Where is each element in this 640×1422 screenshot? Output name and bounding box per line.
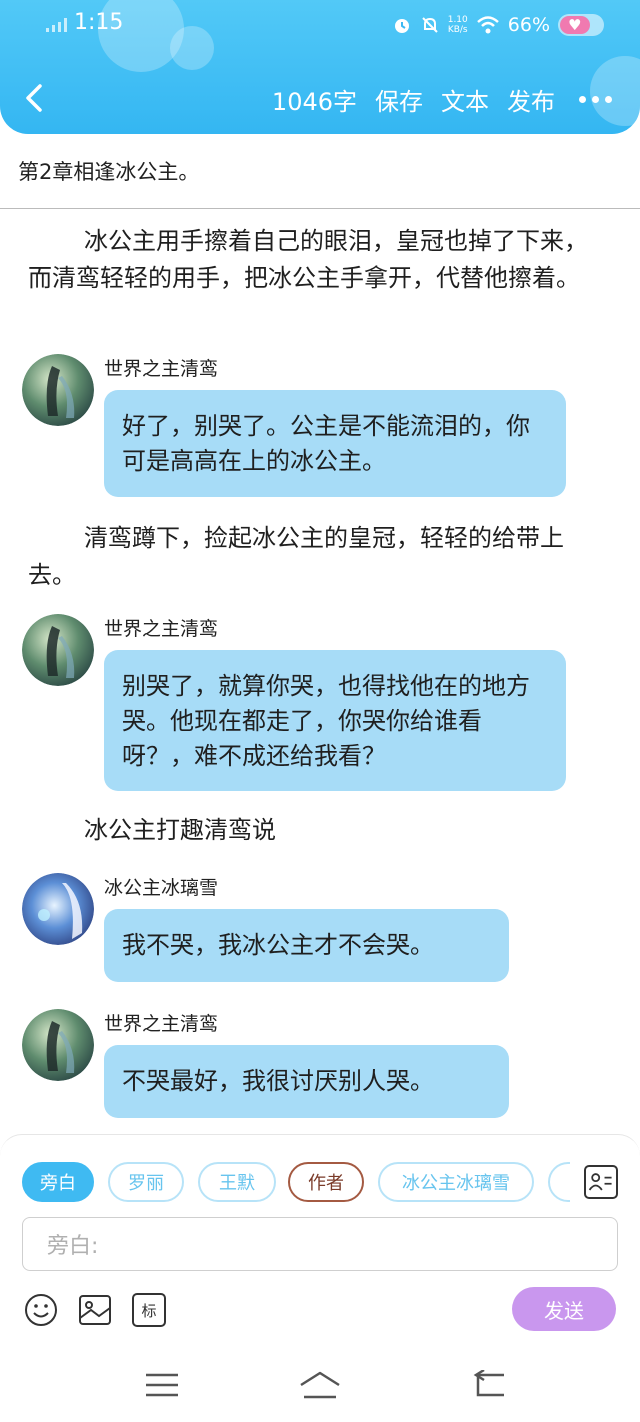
message-bubble[interactable]: 好了，别哭了。公主是不能流泪的，你可是高高在上的冰公主。 — [104, 390, 566, 497]
speaker-name: 世界之主清鸾 — [104, 358, 219, 380]
role-selector: 旁白 罗丽 王默 作者 冰公主冰璃雪 — [22, 1162, 570, 1202]
message-input[interactable]: 旁白: — [22, 1217, 618, 1271]
avatar — [22, 614, 94, 686]
status-icons: 1.10 KB/s 66% ♥ — [392, 12, 604, 38]
speaker-name: 冰公主冰璃雪 — [104, 877, 219, 899]
role-list-icon[interactable] — [584, 1165, 618, 1199]
role-chip-author[interactable]: 作者 — [288, 1162, 364, 1202]
narration-paragraph: 清鸾蹲下，捡起冰公主的皇冠，轻轻的给带上去。 — [28, 524, 564, 589]
title-divider — [0, 208, 640, 209]
emoji-icon[interactable] — [24, 1293, 58, 1327]
role-chip-ice-princess[interactable]: 冰公主冰璃雪 — [378, 1162, 534, 1202]
back-button[interactable] — [20, 78, 50, 118]
speaker-name: 世界之主清鸾 — [104, 618, 219, 640]
wifi-icon — [476, 16, 499, 34]
publish-button[interactable]: 发布 — [507, 82, 555, 117]
chapter-title[interactable]: 第2章相逢冰公主。 — [18, 156, 199, 186]
mute-bell-icon — [422, 17, 438, 33]
image-icon[interactable] — [78, 1293, 112, 1327]
save-button[interactable]: 保存 — [375, 82, 423, 117]
net-speed: 1.10 KB/s — [448, 15, 468, 35]
send-button[interactable]: 发送 — [512, 1287, 616, 1331]
message-bubble[interactable]: 别哭了，就算你哭，也得找他在的地方哭。他现在都走了，你哭你给谁看呀？，难不成还给… — [104, 650, 566, 791]
heart-icon: ♥ — [568, 16, 582, 34]
battery-icon: ♥ — [558, 14, 604, 36]
word-count: 1046字 — [271, 88, 357, 116]
system-nav-bar — [0, 1346, 640, 1422]
net-speed-value: 1.10 — [447, 15, 468, 25]
avatar — [22, 354, 94, 426]
text-button[interactable]: 文本 — [441, 82, 489, 117]
signal-icon — [46, 18, 67, 32]
alarm-icon — [394, 19, 409, 33]
app-header: 1:15 1.10 KB/s 66% ♥ 1046字 保存 文本 发布 — [0, 0, 640, 134]
status-time: 1:15 — [74, 10, 124, 35]
message-bubble[interactable]: 我不哭，我冰公主才不会哭。 — [104, 909, 509, 982]
avatar — [22, 1009, 94, 1081]
narration-paragraph: 冰公主打趣清鸾说 — [84, 816, 276, 844]
menu-icon[interactable] — [142, 1370, 182, 1400]
narration-paragraph: 冰公主用手擦着自己的眼泪，皇冠也掉了下来，而清鸾轻轻的用手，把冰公主手拿开，代替… — [28, 227, 588, 292]
message-bubble[interactable]: 不哭最好，我很讨厌别人哭。 — [104, 1045, 509, 1118]
role-chip-wangmo[interactable]: 王默 — [198, 1162, 276, 1202]
status-bar: 1:15 1.10 KB/s 66% ♥ — [0, 0, 640, 50]
compose-panel: 旁白 罗丽 王默 作者 冰公主冰璃雪 旁白: 标 发送 — [0, 1134, 640, 1346]
role-chip-luoli[interactable]: 罗丽 — [108, 1162, 184, 1202]
more-options-icon[interactable] — [579, 96, 612, 103]
battery-percent: 66% — [507, 14, 550, 36]
avatar — [22, 873, 94, 945]
editor-toolbar: 1046字 保存 文本 发布 — [254, 82, 612, 117]
role-chip-narrator[interactable]: 旁白 — [22, 1162, 94, 1202]
home-icon[interactable] — [298, 1370, 342, 1400]
back-nav-icon[interactable] — [470, 1370, 510, 1400]
tag-icon[interactable]: 标 — [132, 1293, 166, 1327]
speaker-name: 世界之主清鸾 — [104, 1013, 219, 1035]
net-speed-unit: KB/s — [447, 25, 468, 35]
role-chip-partial[interactable] — [548, 1162, 570, 1202]
